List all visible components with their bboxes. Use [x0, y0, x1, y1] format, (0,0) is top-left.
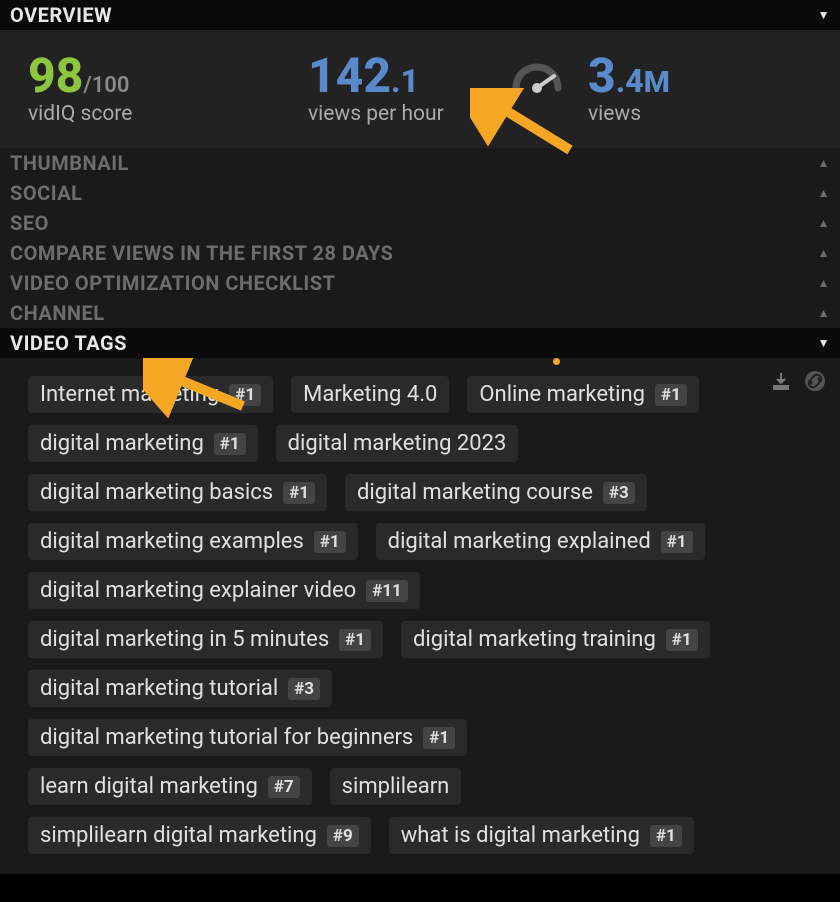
vph-label: views per hour — [308, 102, 560, 126]
section-checklist-header[interactable]: VIDEO OPTIMIZATION CHECKLIST ▲ — [0, 268, 840, 298]
tag-item[interactable]: learn digital marketing #7 — [28, 768, 312, 805]
tag-text: learn digital marketing — [40, 774, 258, 799]
tag-item[interactable]: digital marketing training #1 — [401, 621, 710, 658]
tag-rank: #3 — [288, 678, 320, 700]
chevron-up-icon: ▲ — [818, 156, 830, 170]
vph-main: 142 — [308, 47, 391, 104]
tag-rank: #7 — [268, 776, 300, 798]
section-seo-title: SEO — [10, 211, 49, 235]
tag-item[interactable]: digital marketing basics #1 — [28, 474, 327, 511]
tag-text: simplilearn digital marketing — [40, 823, 317, 848]
tag-item[interactable]: simplilearn — [330, 768, 462, 805]
score-label: vidIQ score — [28, 102, 280, 126]
tag-rank: #1 — [339, 629, 371, 651]
tag-text: what is digital marketing — [401, 823, 640, 848]
tag-rank: #3 — [603, 482, 635, 504]
overview-body: 98/100 vidIQ score 142.1 views per hour … — [0, 30, 840, 148]
section-channel-header[interactable]: CHANNEL ▲ — [0, 298, 840, 328]
tag-item[interactable]: digital marketing explainer video #11 — [28, 572, 420, 609]
tag-item[interactable]: simplilearn digital marketing #9 — [28, 817, 371, 854]
section-videotags-title: VIDEO TAGS — [10, 331, 127, 355]
tag-item[interactable]: digital marketing course #3 — [345, 474, 647, 511]
tag-list: Internet marketing #1 Marketing 4.0 Online … — [28, 376, 812, 854]
tag-item[interactable]: digital marketing examples #1 — [28, 523, 358, 560]
tag-item[interactable]: digital marketing #1 — [28, 425, 258, 462]
tag-rank: #11 — [366, 580, 408, 602]
section-compare-header[interactable]: COMPARE VIEWS IN THE FIRST 28 DAYS ▲ — [0, 238, 840, 268]
section-social-title: SOCIAL — [10, 181, 82, 205]
tag-text: Internet marketing — [40, 382, 219, 407]
tag-text: Marketing 4.0 — [303, 382, 437, 407]
gauge-icon — [510, 58, 564, 96]
link-icon[interactable] — [802, 368, 828, 394]
tag-item[interactable]: digital marketing tutorial #3 — [28, 670, 332, 707]
tag-text: digital marketing course — [357, 480, 593, 505]
section-thumbnail-title: THUMBNAIL — [10, 151, 129, 175]
section-overview-title: OVERVIEW — [10, 3, 112, 27]
tag-text: digital marketing explained — [388, 529, 651, 554]
tag-item[interactable]: what is digital marketing #1 — [389, 817, 694, 854]
tag-rank: #1 — [423, 727, 455, 749]
tag-text: digital marketing examples — [40, 529, 304, 554]
tags-actions — [768, 368, 828, 394]
score-main: 98 — [28, 47, 83, 104]
tag-text: digital marketing tutorial — [40, 676, 278, 701]
tag-rank: #1 — [283, 482, 315, 504]
views-unit: M — [644, 65, 670, 100]
metric-vph: 142.1 views per hour — [280, 52, 560, 126]
tag-rank: #1 — [314, 531, 346, 553]
tag-rank: #1 — [650, 825, 682, 847]
tag-text: digital marketing basics — [40, 480, 273, 505]
tag-rank: #1 — [214, 433, 246, 455]
section-social-header[interactable]: SOCIAL ▲ — [0, 178, 840, 208]
tag-text: digital marketing — [40, 431, 204, 456]
tag-item[interactable]: digital marketing explained #1 — [376, 523, 705, 560]
section-checklist-title: VIDEO OPTIMIZATION CHECKLIST — [10, 271, 335, 295]
download-icon[interactable] — [768, 368, 794, 394]
section-thumbnail-header[interactable]: THUMBNAIL ▲ — [0, 148, 840, 178]
tag-item[interactable]: Online marketing #1 — [467, 376, 698, 413]
section-compare-title: COMPARE VIEWS IN THE FIRST 28 DAYS — [10, 241, 393, 265]
metric-score: 98/100 vidIQ score — [0, 52, 280, 126]
tag-item[interactable]: Marketing 4.0 — [291, 376, 449, 413]
views-label: views — [588, 102, 840, 126]
chevron-up-icon: ▲ — [818, 246, 830, 260]
tags-body: Internet marketing #1 Marketing 4.0 Online … — [0, 358, 840, 874]
chevron-up-icon: ▲ — [818, 276, 830, 290]
tag-rank: #1 — [229, 384, 261, 406]
chevron-up-icon: ▲ — [818, 216, 830, 230]
tag-text: digital marketing explainer video — [40, 578, 356, 603]
tag-rank: #1 — [661, 531, 693, 553]
vidiq-panel: OVERVIEW ▼ 98/100 vidIQ score 142.1 view… — [0, 0, 840, 874]
score-value: 98/100 — [28, 52, 280, 100]
chevron-up-icon: ▲ — [818, 306, 830, 320]
chevron-down-icon: ▼ — [818, 8, 830, 22]
section-channel-title: CHANNEL — [10, 301, 105, 325]
tag-item[interactable]: digital marketing in 5 minutes #1 — [28, 621, 383, 658]
tag-item[interactable]: digital marketing 2023 — [276, 425, 519, 462]
tag-text: digital marketing training — [413, 627, 656, 652]
tag-item[interactable]: digital marketing tutorial for beginners… — [28, 719, 467, 756]
views-dec: .4 — [616, 62, 644, 100]
tag-rank: #1 — [666, 629, 698, 651]
vph-dec: .1 — [391, 62, 419, 100]
section-overview-header[interactable]: OVERVIEW ▼ — [0, 0, 840, 30]
chevron-up-icon: ▲ — [818, 186, 830, 200]
score-denom: /100 — [83, 73, 129, 98]
views-value: 3.4M — [588, 52, 840, 100]
tag-text: digital marketing 2023 — [288, 431, 507, 456]
chevron-down-icon: ▼ — [818, 336, 830, 350]
tag-text: digital marketing tutorial for beginners — [40, 725, 413, 750]
views-main: 3 — [588, 47, 616, 104]
tag-rank: #9 — [327, 825, 359, 847]
section-videotags-header[interactable]: VIDEO TAGS ▼ — [0, 328, 840, 358]
section-seo-header[interactable]: SEO ▲ — [0, 208, 840, 238]
metric-views: 3.4M views — [560, 52, 840, 126]
tag-text: digital marketing in 5 minutes — [40, 627, 329, 652]
tag-item[interactable]: Internet marketing #1 — [28, 376, 273, 413]
tag-rank: #1 — [655, 384, 687, 406]
tag-text: Online marketing — [479, 382, 645, 407]
tag-text: simplilearn — [342, 774, 450, 799]
